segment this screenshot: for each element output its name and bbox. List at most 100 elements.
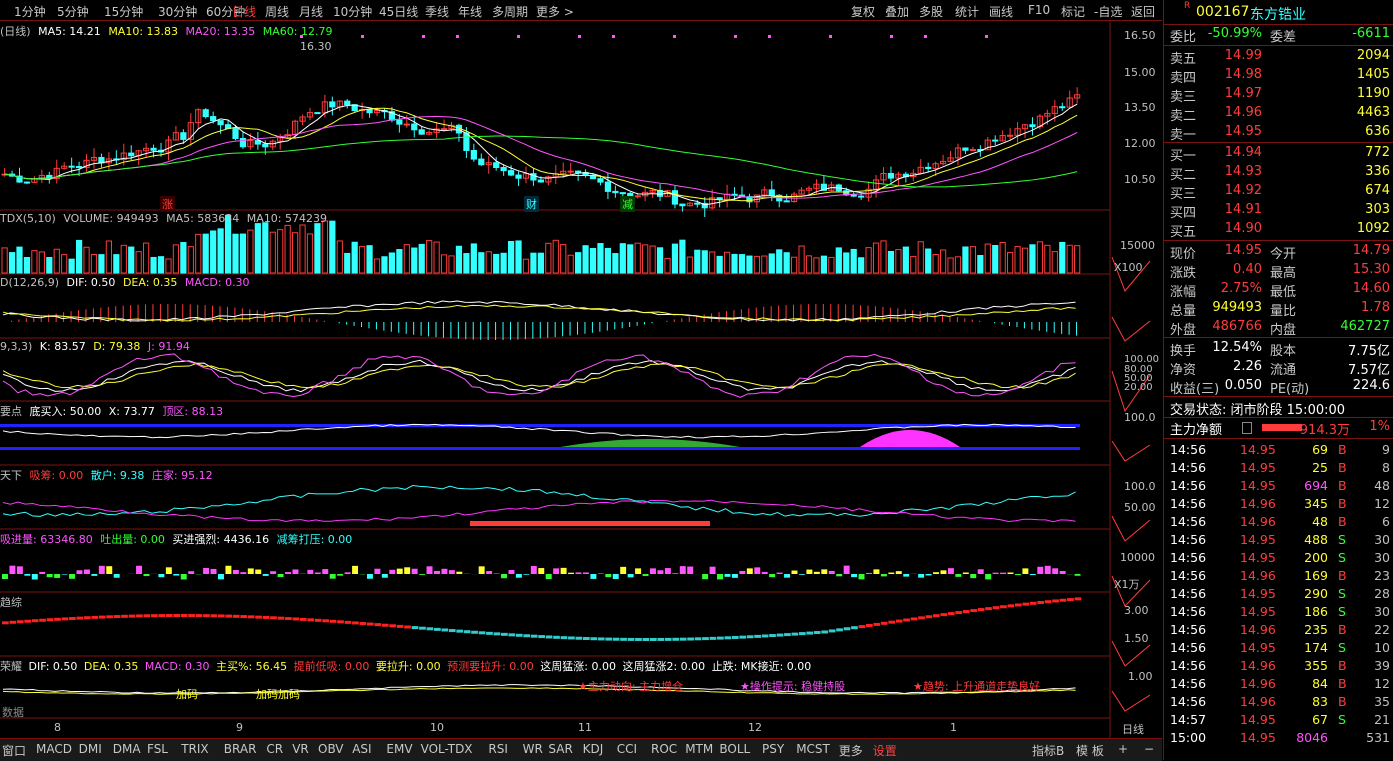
indicator-tab-11[interactable]: EMV: [386, 742, 412, 756]
tick-volume: 174: [1304, 640, 1328, 655]
tick-price: 14.96: [1240, 694, 1276, 709]
tick-count: 10: [1374, 640, 1390, 655]
indicator-tab-21[interactable]: PSY: [762, 742, 784, 756]
ask-volume: 636: [1365, 124, 1390, 139]
period-tab-13[interactable]: 更多 >: [536, 3, 574, 20]
indicator-tab-16[interactable]: KDJ: [583, 742, 604, 756]
ask-label: 卖三: [1170, 86, 1196, 105]
chart-area[interactable]: (日线) MA5: 14.21 MA10: 13.83 MA20: 13.35 …: [0, 21, 1162, 738]
tick-price: 14.96: [1240, 658, 1276, 673]
period-tab-5[interactable]: 日线: [232, 3, 256, 20]
indicator-tab-4[interactable]: FSL: [147, 742, 168, 756]
indicator-tab-2[interactable]: DMI: [79, 742, 102, 756]
calc-icon[interactable]: [1242, 422, 1252, 434]
period-tab-6[interactable]: 周线: [265, 3, 289, 20]
toolbar-button-5[interactable]: F10: [1028, 3, 1050, 17]
tick-price: 14.95: [1240, 586, 1276, 601]
period-tab-2[interactable]: 15分钟: [104, 3, 143, 20]
period-tab-1[interactable]: 5分钟: [57, 3, 89, 20]
event-reduce[interactable]: 减: [620, 196, 635, 212]
indicator-tab-8[interactable]: VR: [292, 742, 309, 756]
signal-note-trend: ★趋势: 上升通道走势良好: [913, 678, 1040, 694]
toolbar-button-3[interactable]: 统计: [955, 3, 979, 20]
tick-side: S: [1338, 604, 1346, 619]
indicator-tab-3[interactable]: DMA: [113, 742, 141, 756]
tick-volume: 69: [1312, 442, 1328, 457]
bid-label: 买一: [1170, 145, 1196, 164]
tab-right-2[interactable]: +: [1118, 742, 1128, 756]
indicator-tab-14[interactable]: WR: [523, 742, 543, 756]
tick-count: 22: [1374, 622, 1390, 637]
bid-price: 14.91: [1225, 202, 1262, 217]
tick-side: S: [1338, 532, 1346, 547]
tab-right-0[interactable]: 指标B: [1032, 742, 1064, 759]
indicator-tab-5[interactable]: TRIX: [181, 742, 208, 756]
trade-status: 交易状态: 闭市阶段 15:00:00: [1170, 399, 1345, 418]
event-finance[interactable]: 财: [524, 196, 539, 212]
tab-right-1[interactable]: 模 板: [1076, 742, 1104, 759]
indicator-tab-22[interactable]: MCST: [796, 742, 830, 756]
indicator-tab-15[interactable]: SAR: [548, 742, 572, 756]
toolbar-button-1[interactable]: 叠加: [885, 3, 909, 20]
trend-panel-header: 趋综: [0, 594, 22, 610]
period-tab-0[interactable]: 1分钟: [14, 3, 46, 20]
period-tab-12[interactable]: 多周期: [492, 3, 528, 20]
ask-label: 卖一: [1170, 124, 1196, 143]
ma20-label: MA20: 13.35: [186, 25, 256, 38]
indicator-tab-12[interactable]: VOL-TDX: [421, 742, 473, 756]
indicator-tab-6[interactable]: BRAR: [224, 742, 257, 756]
tick-volume: 694: [1304, 478, 1328, 493]
indicator-tab-17[interactable]: CCI: [617, 742, 637, 756]
tick-side: S: [1338, 640, 1346, 655]
toolbar-button-8[interactable]: 返回: [1131, 3, 1155, 20]
indicator-tab-10[interactable]: ASI: [352, 742, 371, 756]
period-tab-7[interactable]: 月线: [299, 3, 323, 20]
signal-week-up: 这周猛涨: 0.00: [540, 660, 616, 673]
tick-row: 14:5614.96169B23: [1164, 568, 1393, 586]
indicator-tab-9[interactable]: OBV: [318, 742, 344, 756]
period-tab-11[interactable]: 年线: [458, 3, 482, 20]
signal-axis-0: 1.00: [1128, 670, 1153, 683]
quote-value: 14.60: [1353, 281, 1390, 296]
main-net-pct: 1%: [1369, 419, 1390, 434]
tick-row: 14:5614.95488S30: [1164, 532, 1393, 550]
macd-panel-label: D(12,26,9): [0, 276, 59, 289]
indicator-tab-23[interactable]: 更多: [839, 742, 863, 759]
tick-volume: 83: [1312, 694, 1328, 709]
kdj-panel-header: 9,3,3) K: 83.57 D: 79.38 J: 91.94: [0, 340, 190, 353]
tick-volume: 25: [1312, 460, 1328, 475]
event-up[interactable]: 涨: [160, 196, 175, 212]
period-tab-9[interactable]: 45日线: [379, 3, 418, 20]
indicator-tab-24[interactable]: 设置: [873, 742, 897, 759]
bid-price: 14.93: [1225, 164, 1262, 179]
toolbar-button-6[interactable]: 标记: [1061, 3, 1085, 20]
indicator-tab-0[interactable]: 窗口: [2, 742, 26, 759]
indicator-tab-1[interactable]: MACD: [36, 742, 72, 756]
flow-axis-unit: X1万: [1114, 576, 1140, 592]
period-tab-3[interactable]: 30分钟: [158, 3, 197, 20]
toolbar-button-7[interactable]: -自选: [1094, 3, 1122, 20]
toolbar-button-2[interactable]: 多股: [919, 3, 943, 20]
indicator-tab-19[interactable]: MTM: [685, 742, 713, 756]
indicator-tab-18[interactable]: ROC: [651, 742, 677, 756]
tab-right-3[interactable]: −: [1144, 742, 1154, 756]
tick-price: 14.95: [1240, 712, 1276, 727]
quote-value: 0.40: [1233, 262, 1262, 277]
bid-row: 买二14.93336: [1164, 164, 1393, 182]
tick-time: 15:00: [1170, 730, 1206, 745]
toolbar-button-4[interactable]: 画线: [989, 3, 1013, 20]
indicator-tab-13[interactable]: RSI: [488, 742, 508, 756]
tick-side: B: [1338, 568, 1347, 583]
stock-badge: R: [1184, 1, 1190, 11]
tick-row: 14:5614.95694B48: [1164, 478, 1393, 496]
indicator-tab-20[interactable]: BOLL: [719, 742, 750, 756]
toolbar-button-0[interactable]: 复权: [851, 3, 875, 20]
flow-strong: 买进强烈: 4436.16: [172, 533, 269, 546]
volume-panel-header: TDX(5,10) VOLUME: 949493 MA5: 583634 MA1…: [0, 212, 327, 225]
signal-rise: 要拉升: 0.00: [376, 660, 441, 673]
ask-price: 14.99: [1225, 48, 1262, 63]
price-axis-2: 13.50: [1124, 101, 1156, 114]
indicator-tab-7[interactable]: CR: [266, 742, 283, 756]
period-tab-8[interactable]: 10分钟: [333, 3, 372, 20]
period-tab-10[interactable]: 季线: [425, 3, 449, 20]
